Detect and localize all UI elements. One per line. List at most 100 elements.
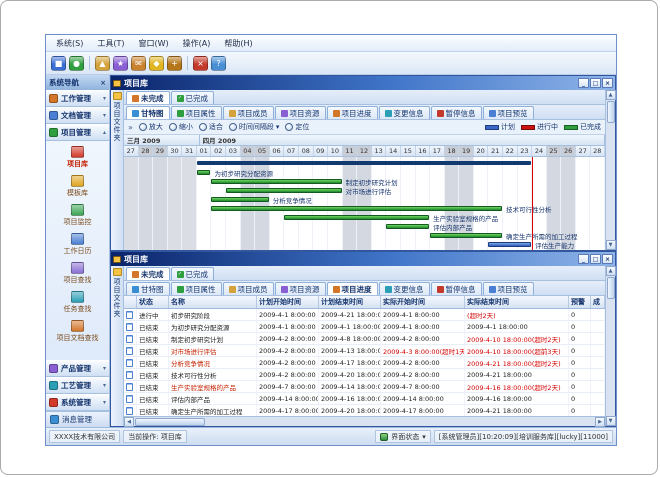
table-column-状态[interactable]: 状态 [137, 296, 169, 308]
network-icon[interactable]: ● [69, 56, 84, 71]
menu-item-3[interactable]: 操作(A) [177, 37, 217, 50]
table-column-实际结束时间[interactable]: 实际结束时间 [465, 296, 569, 308]
gantt-toolbar-缩小[interactable]: 缩小 [169, 122, 193, 132]
table-window-titlebar[interactable]: 项目库 _□× [111, 252, 615, 266]
view-tab-变更信息[interactable]: 变更信息 [379, 282, 430, 295]
sidebar-group-文档管理[interactable]: 文档管理▾ [46, 107, 109, 124]
view-tab-甘特图[interactable]: 甘特图 [126, 282, 170, 295]
gantt-vertical-scrollbar[interactable]: ▲▼ [605, 90, 615, 250]
gantt-bar-评估生产能力[interactable] [488, 242, 531, 247]
close-button[interactable]: × [602, 78, 613, 88]
exit-icon[interactable]: × [193, 56, 208, 71]
sidebar-item-任务查找[interactable]: 任务查找 [46, 288, 109, 317]
scroll-thumb[interactable] [607, 277, 615, 299]
sidebar-item-模板库[interactable]: 模板库 [46, 172, 109, 201]
gantt-bar-分析竞争情况[interactable] [211, 197, 268, 202]
gantt-window-titlebar[interactable]: 项目库 _□× [111, 76, 615, 90]
maximize-button[interactable]: □ [590, 254, 601, 264]
table-row[interactable]: 已结束为初步研究分配资源2009-4-1 8:00:002009-4-1 18:… [124, 321, 605, 333]
view-tab-变更信息[interactable]: 变更信息 [379, 106, 430, 119]
sidebar-group-产品管理[interactable]: 产品管理▾ [46, 360, 109, 377]
table-horizontal-scrollbar[interactable]: ◀▶ [124, 416, 605, 426]
toolbar-overflow-chevron[interactable]: » [128, 123, 133, 132]
table-column-计划开始时间[interactable]: 计划开始时间 [257, 296, 319, 308]
scroll-thumb[interactable] [135, 418, 205, 426]
view-tab-项目成员[interactable]: 项目成员 [223, 106, 274, 119]
table-row[interactable]: 已结束确定生产所需的加工过程2009-4-17 8:00:002009-4-20… [124, 405, 605, 416]
gantt-bar-技术可行性分析[interactable] [211, 206, 502, 211]
scroll-right-button[interactable]: ▶ [595, 417, 605, 427]
gantt-bar-评估内部产品[interactable] [386, 224, 429, 229]
scroll-up-button[interactable]: ▲ [606, 90, 616, 100]
scroll-thumb[interactable] [607, 101, 615, 123]
view-tab-暂停信息[interactable]: 暂停信息 [431, 106, 482, 119]
view-tab-项目进度[interactable]: 项目进度 [327, 282, 378, 295]
close-button[interactable]: × [602, 254, 613, 264]
table-row[interactable]: 进行中初步研究阶段2009-4-1 8:00:002009-4-21 18:00… [124, 309, 605, 321]
view-tab-项目成员[interactable]: 项目成员 [223, 282, 274, 295]
view-tab-项目进度[interactable]: 项目进度 [327, 106, 378, 119]
sidebar-group-系统管理[interactable]: 系统管理▾ [46, 394, 109, 411]
scroll-track[interactable] [607, 100, 615, 240]
calendar-icon[interactable]: ▲ [95, 56, 110, 71]
sidebar-item-项目文档查找[interactable]: 项目文档查找 [46, 317, 109, 346]
table-row[interactable]: 已结束分析竞争情况2009-4-2 8:00:002009-4-17 18:00… [124, 357, 605, 369]
view-tab-暂停信息[interactable]: 暂停信息 [431, 282, 482, 295]
sidebar-item-项目查找[interactable]: 项目查找 [46, 259, 109, 288]
sidebar-item-工作日历[interactable]: 工作日历 [46, 230, 109, 259]
table-row[interactable]: 已结束评估内部产品2009-4-14 8:00:002009-4-16 18:0… [124, 393, 605, 405]
view-tab-项目属性[interactable]: 项目属性 [171, 282, 222, 295]
sidebar-group-工作管理[interactable]: 工作管理▾ [46, 90, 109, 107]
gantt-bar-制定初步研究计划[interactable] [211, 179, 341, 184]
minimize-button[interactable]: _ [578, 78, 589, 88]
gantt-bar-初步研究阶段[interactable] [197, 161, 531, 165]
table-column-预警[interactable]: 预警 [569, 296, 591, 308]
gantt-bar-生产实验室规格的产品[interactable] [284, 215, 429, 220]
scroll-down-button[interactable]: ▼ [606, 240, 616, 250]
gantt-toolbar-适合[interactable]: 适合 [199, 122, 223, 132]
gantt-bar-确定生产所需的加工过程[interactable] [430, 233, 502, 238]
table-column-实际开始时间[interactable]: 实际开始时间 [381, 296, 465, 308]
scroll-left-button[interactable]: ◀ [124, 417, 134, 427]
table-vertical-scrollbar[interactable]: ▲▼ [605, 266, 615, 426]
table-row[interactable]: 已结束对市场进行评估2009-4-2 8:00:002009-4-13 18:0… [124, 345, 605, 357]
sidebar-group-工艺管理[interactable]: 工艺管理▾ [46, 377, 109, 394]
menu-item-2[interactable]: 窗口(W) [132, 37, 174, 50]
menu-item-4[interactable]: 帮助(H) [218, 37, 258, 50]
menu-item-1[interactable]: 工具(T) [91, 37, 130, 50]
scroll-track[interactable] [607, 276, 615, 416]
sidebar-close-icon[interactable]: × [100, 79, 106, 87]
minimize-button[interactable]: _ [578, 254, 589, 264]
scroll-down-button[interactable]: ▼ [606, 416, 616, 426]
scroll-up-button[interactable]: ▲ [606, 266, 616, 276]
table-row[interactable]: 已结束技术可行性分析2009-4-2 8:00:002009-4-20 18:0… [124, 369, 605, 381]
view-tab-项目属性[interactable]: 项目属性 [171, 106, 222, 119]
view-tab-项目资源[interactable]: 项目资源 [275, 282, 326, 295]
key-icon[interactable]: + [167, 56, 182, 71]
maximize-button[interactable]: □ [590, 78, 601, 88]
menu-item-0[interactable]: 系统(S) [50, 37, 89, 50]
help-icon[interactable]: ? [211, 56, 226, 71]
view-tab-项目预览[interactable]: 项目预览 [483, 106, 534, 119]
status-ui-state[interactable]: 界面状态 ▾ [375, 430, 431, 443]
lock-icon[interactable]: ◆ [149, 56, 164, 71]
filter-tab-未完成[interactable]: 未完成 [126, 267, 170, 280]
view-tab-甘特图[interactable]: 甘特图 [126, 106, 170, 119]
report-icon[interactable]: ★ [113, 56, 128, 71]
gantt-bar-对市场进行评估[interactable] [226, 188, 342, 193]
sidebar-item-项目库[interactable]: 项目库 [46, 143, 109, 172]
sidebar-group-项目管理[interactable]: 项目管理▴ [46, 124, 109, 141]
view-tab-项目预览[interactable]: 项目预览 [483, 282, 534, 295]
gantt-toolbar-时间间隔段[interactable]: 时间间隔段▾ [229, 122, 280, 132]
sidebar-item-项目监控[interactable]: 项目监控 [46, 201, 109, 230]
gantt-toolbar-定位[interactable]: 定位 [285, 122, 309, 132]
table-column-名称[interactable]: 名称 [169, 296, 257, 308]
filter-tab-已完成[interactable]: ✓已完成 [171, 91, 215, 104]
filter-tab-已完成[interactable]: ✓已完成 [171, 267, 215, 280]
sidebar-tab-message-management[interactable]: 消息管理 [46, 411, 109, 427]
filter-tab-未完成[interactable]: 未完成 [126, 91, 170, 104]
mail-icon[interactable]: ✉ [131, 56, 146, 71]
home-icon[interactable]: ■ [51, 56, 66, 71]
view-tab-项目资源[interactable]: 项目资源 [275, 106, 326, 119]
table-column-计划结束时间[interactable]: 计划结束时间 [319, 296, 381, 308]
